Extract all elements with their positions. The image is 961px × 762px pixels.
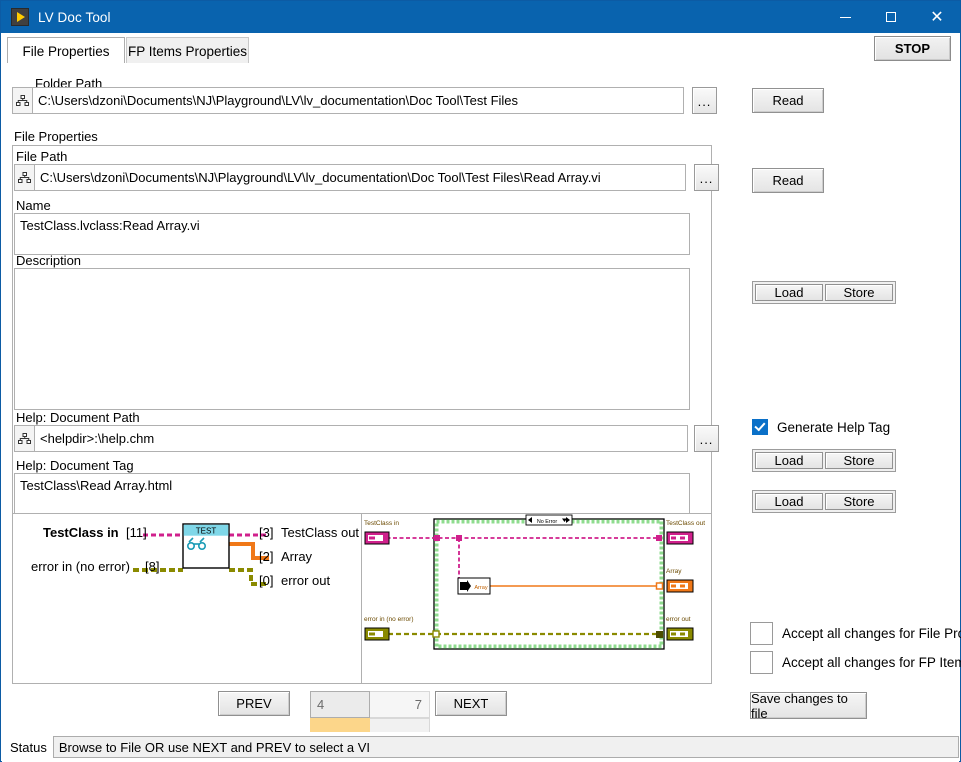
file-path-browse-icon[interactable] xyxy=(14,164,35,191)
tab-strip: File Properties FP Items Properties xyxy=(2,33,959,65)
help-document-path-actions: Load Store xyxy=(752,449,896,472)
help-document-path-browse-button[interactable]: ... xyxy=(694,425,719,452)
app-window: LV Doc Tool ✕ File Properties FP Items P… xyxy=(0,0,961,762)
bd-terminal-array-label: Array xyxy=(666,568,682,575)
help-document-tag-input[interactable]: TestClass\Read Array.html xyxy=(14,473,690,514)
connector-input-0-terminal: [11] xyxy=(126,525,147,540)
status-label: Status xyxy=(10,739,47,755)
bd-terminal-testclass-in-label: TestClass in xyxy=(364,520,400,527)
folder-path-browse-icon[interactable] xyxy=(12,87,33,114)
svg-text:No Error: No Error xyxy=(537,519,558,525)
vi-current-index: 4 xyxy=(310,691,370,718)
help-document-path-label: Help: Document Path xyxy=(16,410,140,425)
file-path-label: File Path xyxy=(16,149,68,164)
svg-text:TEST: TEST xyxy=(196,527,217,536)
tab-fp-items-properties[interactable]: FP Items Properties xyxy=(126,37,249,64)
block-diagram-graphic: No Error Array xyxy=(364,514,694,650)
next-button[interactable]: NEXT xyxy=(435,691,507,716)
file-read-button[interactable]: Read xyxy=(752,168,824,193)
help-document-path-store-button[interactable]: Store xyxy=(825,452,893,469)
title-bar: LV Doc Tool ✕ xyxy=(1,1,960,33)
description-actions: Load Store xyxy=(752,281,896,304)
accept-file-props-row[interactable]: Accept all changes for File Props xyxy=(750,622,961,645)
description-load-button[interactable]: Load xyxy=(755,284,823,301)
generate-help-tag-label: Generate Help Tag xyxy=(777,419,891,435)
stop-button[interactable]: STOP xyxy=(874,36,951,61)
tab-file-properties-label: File Properties xyxy=(22,44,110,59)
vi-progress-indicator[interactable]: 4 7 xyxy=(310,691,430,735)
connector-output-1-terminal: [2] xyxy=(259,549,274,564)
folder-path-browse-button[interactable]: ... xyxy=(692,87,717,114)
description-store-button[interactable]: Store xyxy=(825,284,893,301)
file-path-browse-button[interactable]: ... xyxy=(694,164,719,191)
accept-fp-items-label: Accept all changes for FP Items xyxy=(782,655,961,670)
folder-path-control[interactable]: C:\Users\dzoni\Documents\NJ\Playground\L… xyxy=(12,87,684,114)
tab-fp-items-properties-label: FP Items Properties xyxy=(127,43,248,59)
connector-input-1-terminal: [8] xyxy=(145,559,160,574)
connector-output-1-name: Array xyxy=(281,549,313,564)
connector-output-2-terminal: [0] xyxy=(259,573,274,588)
minimize-button[interactable] xyxy=(822,1,868,33)
connector-input-0-name: TestClass in xyxy=(43,525,119,540)
generate-help-tag-row[interactable]: Generate Help Tag xyxy=(752,419,890,435)
help-document-tag-actions: Load Store xyxy=(752,490,896,513)
vi-total-count: 7 xyxy=(370,691,430,718)
labview-run-arrow-icon xyxy=(11,8,29,26)
hierarchy-icon xyxy=(16,94,29,106)
connector-input-1-name: error in (no error) xyxy=(31,559,130,574)
close-button[interactable]: ✕ xyxy=(914,1,960,33)
accept-fp-items-checkbox[interactable] xyxy=(750,651,773,674)
connector-output-0-terminal: [3] xyxy=(259,525,274,540)
page-content: Folder Path C:\Users\dzoni\Documents\NJ\… xyxy=(2,64,961,735)
tab-file-properties[interactable]: File Properties xyxy=(7,37,125,65)
block-diagram-panel[interactable]: No Error Array TestClass in TestClass ou… xyxy=(362,513,712,684)
status-message: Browse to File OR use NEXT and PREV to s… xyxy=(52,736,959,758)
maximize-button[interactable] xyxy=(868,1,914,33)
connector-pane-panel[interactable]: TEST TestClass in [11] error in (no erro… xyxy=(12,513,362,684)
window-title: LV Doc Tool xyxy=(38,9,111,25)
connector-output-0-name: TestClass out xyxy=(281,525,360,540)
name-label: Name xyxy=(16,198,51,213)
save-changes-button[interactable]: Save changes to file xyxy=(750,691,867,721)
file-path-input[interactable]: C:\Users\dzoni\Documents\NJ\Playground\L… xyxy=(35,164,686,191)
bd-terminal-error-in-label: error in (no error) xyxy=(364,616,414,623)
file-path-control[interactable]: C:\Users\dzoni\Documents\NJ\Playground\L… xyxy=(14,164,686,191)
help-document-tag-load-button[interactable]: Load xyxy=(755,493,823,510)
window-controls: ✕ xyxy=(822,1,960,33)
prev-button[interactable]: PREV xyxy=(218,691,290,716)
connector-output-2-name: error out xyxy=(281,573,331,588)
status-bar: Status Browse to File OR use NEXT and PR… xyxy=(2,732,959,762)
accept-fp-items-row[interactable]: Accept all changes for FP Items xyxy=(750,651,961,674)
help-document-tag-store-button[interactable]: Store xyxy=(825,493,893,510)
bd-terminal-testclass-out-label: TestClass out xyxy=(666,520,706,527)
svg-text:Array: Array xyxy=(474,585,488,591)
file-properties-section-label: File Properties xyxy=(14,129,98,144)
accept-file-props-label: Accept all changes for File Props xyxy=(782,626,961,641)
name-input[interactable]: TestClass.lvclass:Read Array.vi xyxy=(14,213,690,255)
folder-read-button[interactable]: Read xyxy=(752,88,824,113)
help-document-tag-label: Help: Document Tag xyxy=(16,458,134,473)
bd-terminal-error-out-label: error out xyxy=(666,616,691,623)
description-label: Description xyxy=(16,253,82,268)
description-input[interactable] xyxy=(14,268,690,410)
help-document-path-control[interactable]: <helpdir>:\help.chm xyxy=(14,425,688,452)
accept-file-props-checkbox[interactable] xyxy=(750,622,773,645)
hierarchy-icon xyxy=(18,171,31,183)
help-document-path-load-button[interactable]: Load xyxy=(755,452,823,469)
generate-help-tag-checkbox[interactable] xyxy=(752,419,768,435)
folder-path-input[interactable]: C:\Users\dzoni\Documents\NJ\Playground\L… xyxy=(33,87,684,114)
help-document-path-input[interactable]: <helpdir>:\help.chm xyxy=(35,425,688,452)
hierarchy-icon xyxy=(18,432,31,444)
help-document-path-browse-icon[interactable] xyxy=(14,425,35,452)
close-icon: ✕ xyxy=(930,7,944,26)
